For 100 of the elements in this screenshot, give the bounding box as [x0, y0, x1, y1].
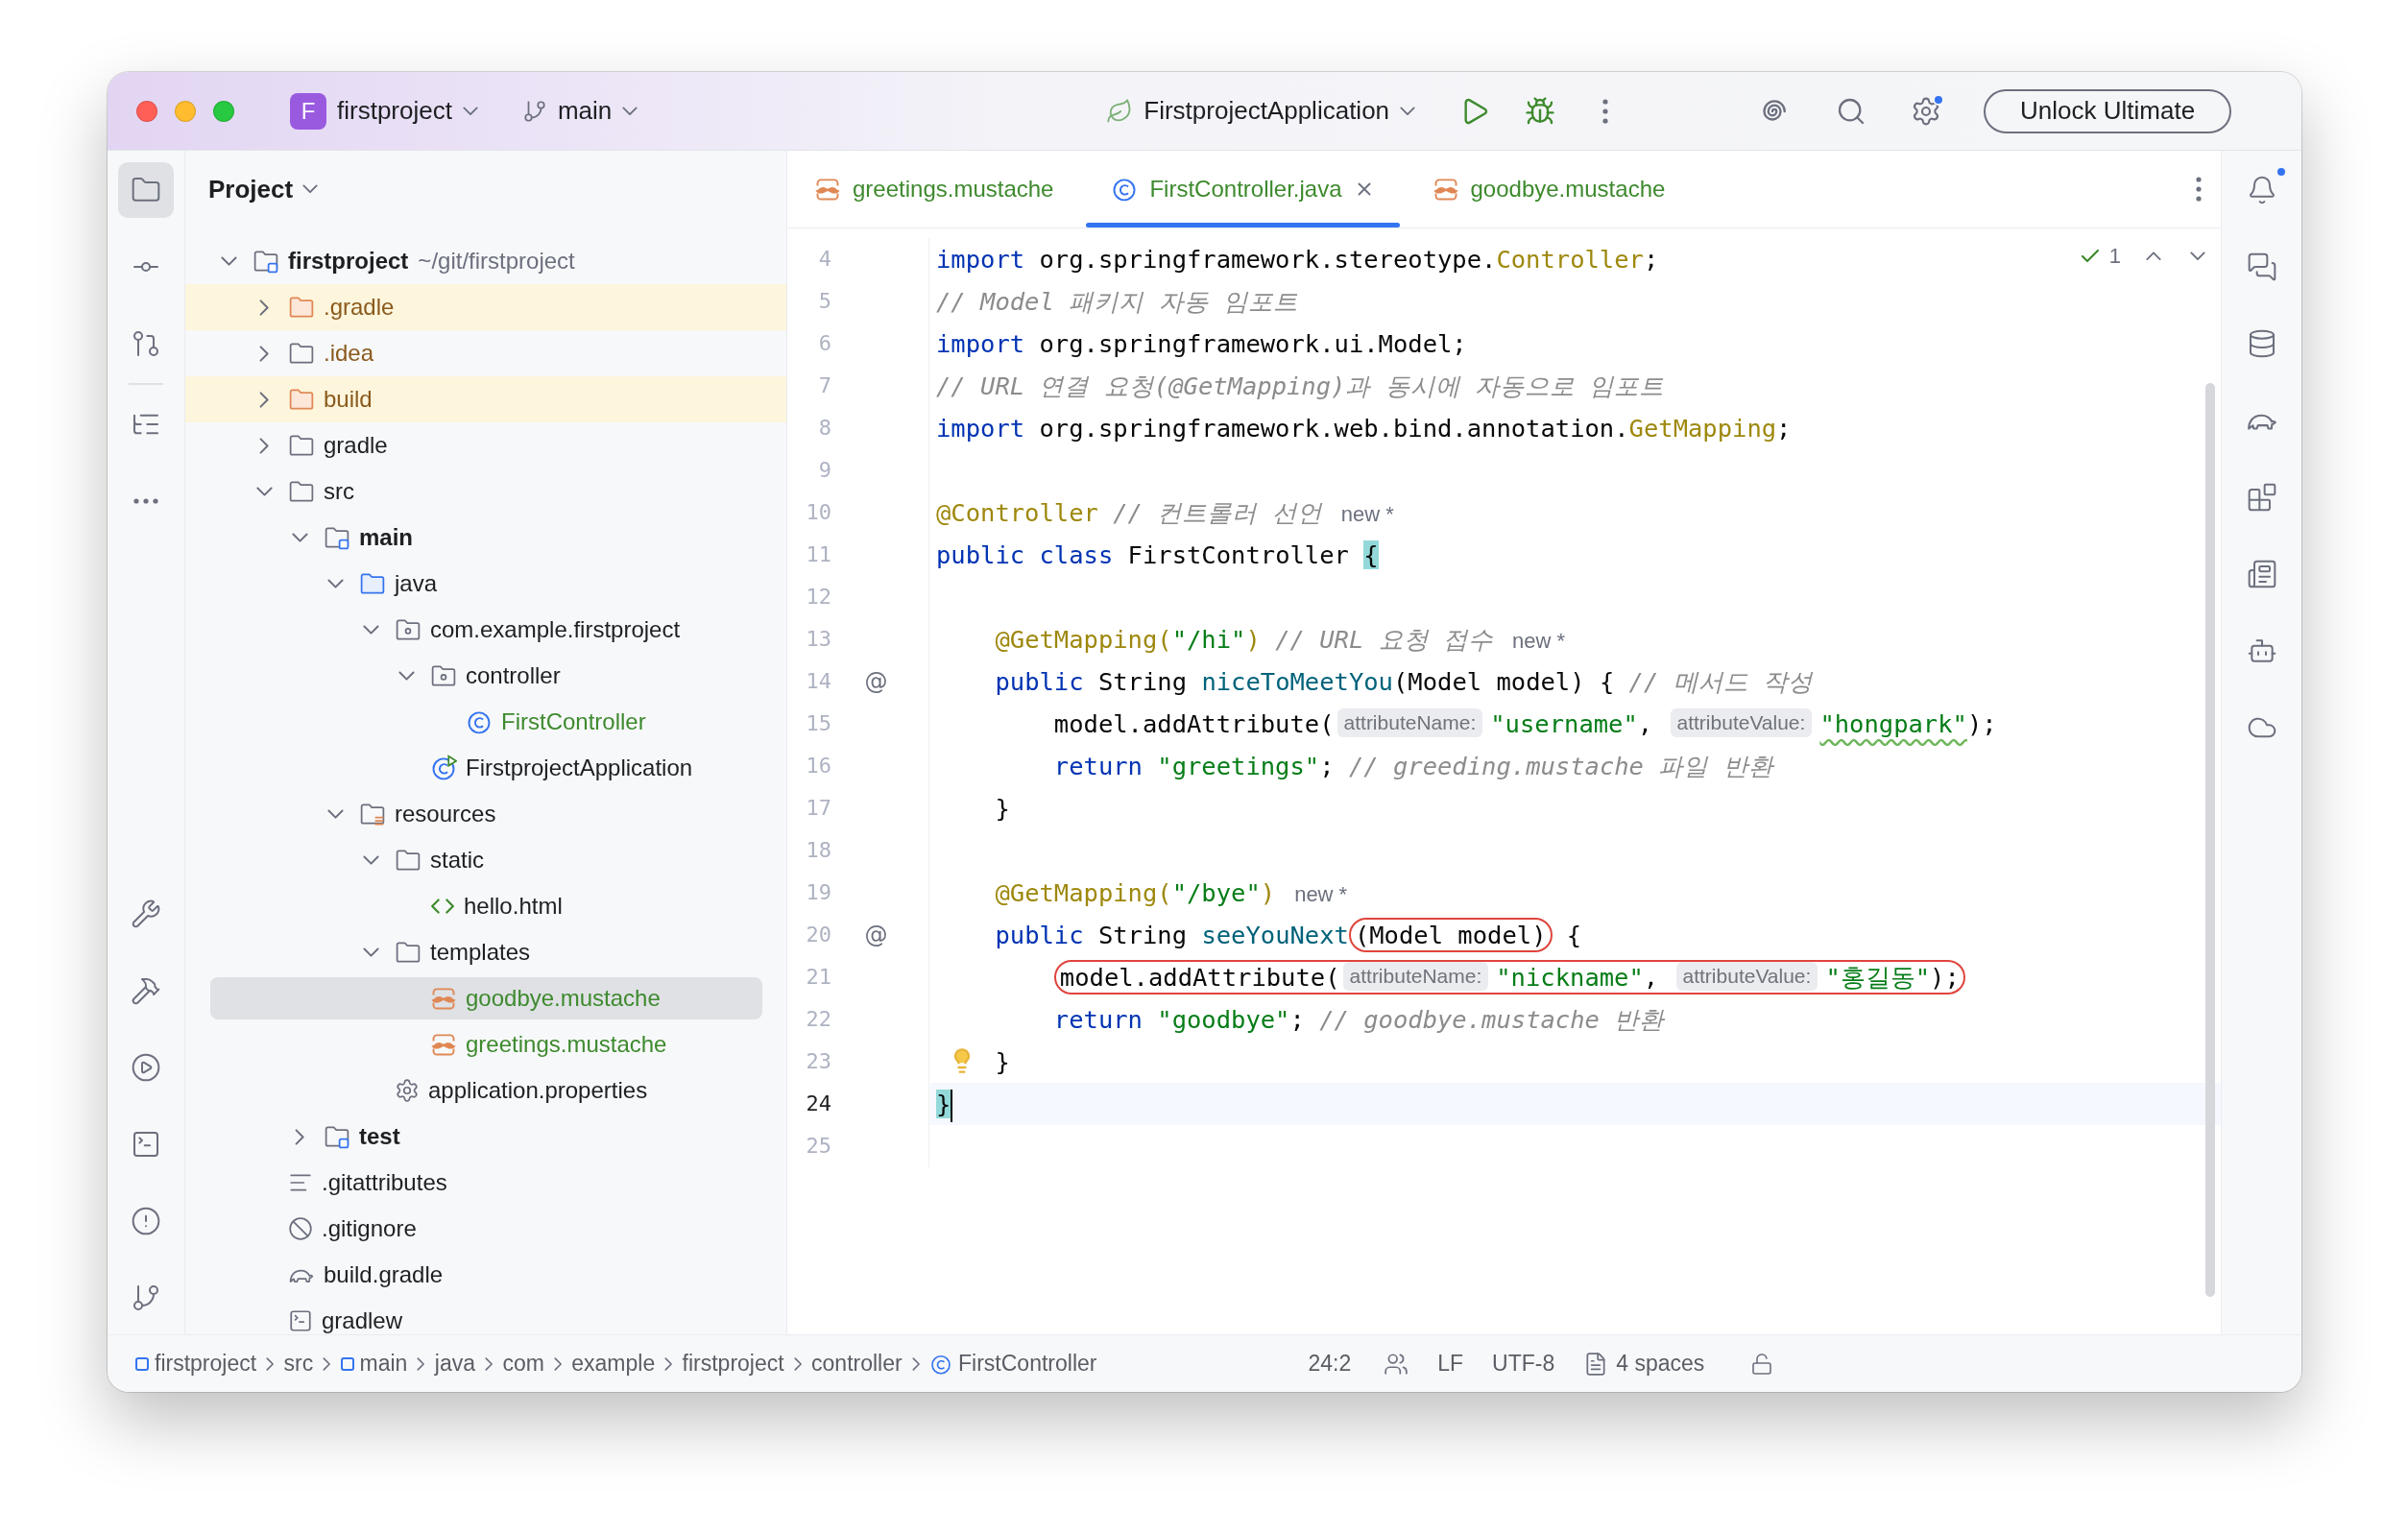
chevron-down-icon: [622, 106, 638, 116]
code-line: // Model 패키지 자동 임포트: [936, 286, 1298, 318]
tree-item[interactable]: .gitignore: [185, 1206, 786, 1252]
unlock-ultimate-button[interactable]: Unlock Ultimate: [1984, 88, 2232, 133]
lock-button[interactable]: [1750, 1352, 1774, 1376]
code-line: return "greetings"; // greeding.mustache 파일 반환: [1053, 751, 1773, 782]
project-selector[interactable]: F firstproject: [290, 92, 478, 130]
chevron-down-icon[interactable]: [220, 255, 237, 267]
tree-item[interactable]: application.properties: [185, 1067, 786, 1114]
gutter-marker[interactable]: @: [864, 914, 888, 956]
breadcrumb[interactable]: FirstController: [929, 1351, 1097, 1377]
tree-item[interactable]: .idea: [185, 330, 786, 376]
tree-item[interactable]: com.example.firstproject: [185, 607, 786, 653]
module-icon: [135, 1356, 149, 1371]
code-line: }: [995, 793, 1010, 825]
chevron-right-icon[interactable]: [294, 1128, 305, 1145]
users-button[interactable]: [1384, 1351, 1409, 1377]
editor-tab[interactable]: goodbye.mustache: [1407, 151, 1691, 228]
tree-item[interactable]: gradle: [185, 422, 786, 468]
tree-item[interactable]: hello.html: [185, 883, 786, 929]
chevron-right-icon[interactable]: [258, 345, 270, 362]
close-window-button[interactable]: [136, 100, 157, 122]
chevron-down-icon[interactable]: [302, 184, 319, 194]
chevron-right-icon: [323, 1356, 331, 1371]
tree-item[interactable]: firstproject ~/git/firstproject: [185, 238, 786, 284]
tree-item[interactable]: controller: [185, 653, 786, 699]
more-icon[interactable]: [2196, 177, 2202, 202]
breadcrumb[interactable]: firstproject: [682, 1351, 784, 1377]
code-line: @Controller // 컨트롤러 선언 new *: [936, 497, 1394, 529]
editor-tab[interactable]: greetings.mustache: [789, 151, 1079, 228]
tree-item[interactable]: java: [185, 561, 786, 607]
chevron-down-icon[interactable]: [291, 532, 308, 543]
breadcrumb[interactable]: controller: [811, 1351, 903, 1377]
chevron-right-icon[interactable]: [258, 437, 270, 454]
line-number: 14: [805, 668, 831, 695]
panel-title: Project: [208, 174, 294, 204]
code-line: // URL 연결 요청(@GetMapping)과 동시에 자동으로 임포트: [936, 371, 1665, 402]
branch-icon: [521, 98, 547, 124]
ban-icon: [288, 1216, 313, 1241]
tree-item[interactable]: build: [185, 376, 786, 422]
line-separator[interactable]: LF: [1437, 1351, 1464, 1377]
chevron-up-icon[interactable]: [2146, 252, 2161, 261]
chevron-right-icon[interactable]: [258, 391, 270, 408]
class-icon: [466, 708, 493, 735]
tree-item[interactable]: src: [185, 468, 786, 515]
chevron-down-icon[interactable]: [2190, 252, 2205, 261]
tree-item[interactable]: goodbye.mustache: [185, 975, 786, 1021]
chevron-down-icon[interactable]: [397, 670, 415, 682]
code-line: @GetMapping("/bye") new *: [995, 877, 1348, 909]
tree-item[interactable]: .gitattributes: [185, 1160, 786, 1206]
tree-item[interactable]: gradlew: [185, 1298, 786, 1334]
terminal-icon: [288, 1308, 313, 1333]
breadcrumb[interactable]: com: [502, 1351, 544, 1377]
code-line: public String niceToMeetYou(Model model) { // 메서드 작성: [995, 666, 1814, 698]
chevron-down-icon[interactable]: [362, 947, 379, 958]
chevron-right-icon: [485, 1356, 494, 1371]
tree-item[interactable]: FirstprojectApplication: [185, 745, 786, 791]
chevron-down-icon[interactable]: [362, 854, 379, 866]
chevron-down-icon[interactable]: [362, 624, 379, 635]
run-configuration-selector[interactable]: FirstprojectApplication: [1106, 96, 1416, 126]
scrollbar[interactable]: [2205, 383, 2215, 1297]
tree-item[interactable]: FirstController: [185, 699, 786, 745]
line-number: 5: [817, 288, 831, 315]
tree-item[interactable]: build.gradle: [185, 1252, 786, 1298]
chevron-right-icon: [417, 1356, 425, 1371]
code-line: return "goodbye"; // goodbye.mustache 반환: [1053, 1004, 1665, 1036]
code-line: public class FirstController {: [936, 539, 1379, 571]
code-line: import org.springframework.web.bind.annotation.GetMapping;: [936, 413, 1792, 444]
caret-position[interactable]: 24:2: [1308, 1351, 1352, 1377]
chevron-right-icon: [664, 1356, 673, 1371]
encoding[interactable]: UTF-8: [1492, 1351, 1555, 1377]
tree-item[interactable]: test: [185, 1114, 786, 1160]
code-line: import org.springframework.stereotype.Controller;: [936, 244, 1659, 276]
tree-item[interactable]: static: [185, 837, 786, 883]
tool-window-button[interactable]: [118, 162, 174, 218]
breadcrumb[interactable]: src: [283, 1351, 314, 1377]
tree-item[interactable]: templates: [185, 929, 786, 975]
chevron-right-icon[interactable]: [258, 299, 270, 316]
line-number: 25: [805, 1133, 831, 1160]
tree-item[interactable]: main: [185, 515, 786, 561]
branch-selector[interactable]: main: [521, 96, 638, 126]
hammer-icon: [131, 975, 161, 1006]
chevron-down-icon[interactable]: [326, 578, 344, 589]
breadcrumb[interactable]: firstproject: [135, 1351, 257, 1377]
tree-item[interactable]: resources: [185, 791, 786, 837]
line-number: 23: [805, 1048, 831, 1075]
chevron-down-icon[interactable]: [255, 486, 273, 497]
chevron-down-icon[interactable]: [326, 808, 344, 820]
line-number: 10: [805, 499, 831, 526]
editor-tab[interactable]: FirstController.java: [1086, 151, 1400, 228]
gutter-marker[interactable]: @: [864, 660, 888, 703]
line-number: 8: [817, 415, 831, 442]
tree-item[interactable]: .gradle: [185, 284, 786, 330]
breadcrumb[interactable]: java: [434, 1351, 475, 1377]
code-line: public String seeYouNext (Model model) {: [995, 914, 1582, 956]
breadcrumb[interactable]: example: [571, 1351, 656, 1377]
tree-item[interactable]: greetings.mustache: [185, 1021, 786, 1067]
breadcrumb[interactable]: main: [340, 1351, 408, 1377]
indent-setting[interactable]: 4 spaces: [1583, 1351, 1705, 1377]
chevron-down-icon: [462, 106, 478, 116]
